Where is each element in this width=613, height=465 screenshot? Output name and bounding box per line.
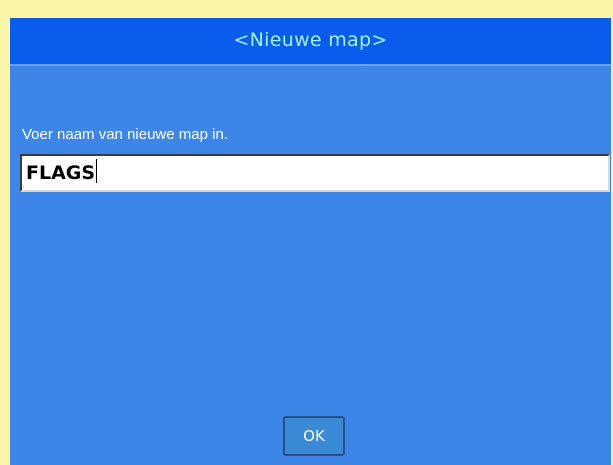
- text-cursor: [96, 159, 98, 183]
- dialog-title: <Nieuwe map>: [233, 29, 388, 51]
- folder-name-value: FLAGS: [26, 159, 98, 187]
- new-folder-dialog: <Nieuwe map> Voer naam van nieuwe map in…: [10, 18, 611, 465]
- title-bar: <Nieuwe map>: [10, 18, 611, 66]
- ok-button[interactable]: OK: [283, 416, 345, 456]
- folder-name-prompt: Voer naam van nieuwe map in.: [22, 126, 228, 143]
- folder-name-input[interactable]: FLAGS: [20, 154, 610, 192]
- folder-name-text: FLAGS: [26, 162, 96, 184]
- device-screen: <Nieuwe map> Voer naam van nieuwe map in…: [0, 0, 613, 465]
